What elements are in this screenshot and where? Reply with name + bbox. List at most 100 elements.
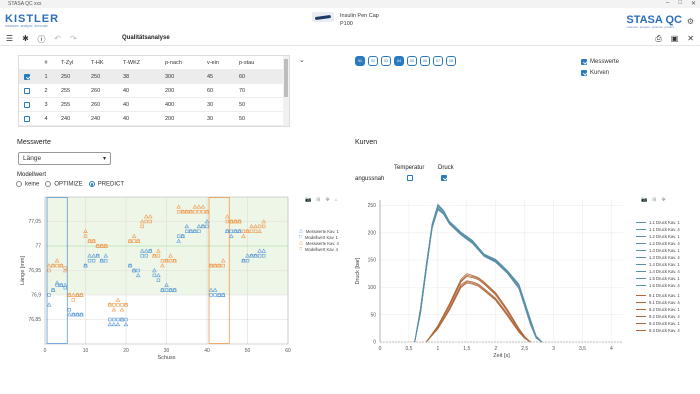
messwerte-checkbox[interactable] <box>581 58 587 65</box>
cycle-01-button[interactable]: 01 <box>355 56 365 66</box>
table-row[interactable]: 3 255 260 40 400 30 50 <box>19 98 289 112</box>
legend-item[interactable]: 9.3 Druck Kav. 1 <box>636 320 680 327</box>
data-point <box>115 321 121 327</box>
reset-icon[interactable]: ⌂ <box>335 197 338 203</box>
x-tick-label: 0 <box>379 346 382 352</box>
radio-optimize[interactable]: OPTIMIZE <box>45 181 83 188</box>
redo-icon[interactable]: ↷ <box>69 34 78 45</box>
window-titlebar: STASA QC xxx – □ ✕ <box>0 0 700 8</box>
zoom-icon[interactable]: ⊞ <box>652 197 656 203</box>
close-window-icon[interactable]: ✕ <box>691 0 696 7</box>
row-checkbox[interactable] <box>24 101 30 108</box>
legend-item[interactable]: 1.3 Druck Kav. 1 <box>636 247 680 254</box>
camera-icon[interactable]: 📷 <box>641 197 647 203</box>
zoom-icon[interactable]: ⊞ <box>316 197 320 203</box>
legend-item[interactable]: 1.1 Druck Kav. 4 <box>636 226 680 233</box>
table-scrollbar[interactable] <box>283 56 289 126</box>
legend-item[interactable]: 9.2 Druck Kav. 4 <box>636 313 680 320</box>
minimize-icon[interactable]: – <box>666 0 669 7</box>
toolbar: ☰ ✱ ⓘ ↶ ↷ Qualitätsanalyse ⎙ ▣ ✕ <box>0 32 700 46</box>
legend-item[interactable]: 1.5 Druck Kav. 4 <box>636 282 680 289</box>
y-axis-label: Länge [mm] <box>20 256 26 286</box>
legend-item[interactable]: △ Messwerte Kav. 4 <box>299 240 339 246</box>
legend-item[interactable]: 9.2 Druck Kav. 1 <box>636 306 680 313</box>
legend-item[interactable]: 1.1 Druck Kav. 1 <box>636 219 680 226</box>
cycle-04-button[interactable]: 04 <box>394 56 404 66</box>
cycle-08-button[interactable]: 08 <box>446 56 456 66</box>
camera-icon[interactable]: 📷 <box>305 197 311 203</box>
legend-item[interactable]: 9.3 Druck Kav. 4 <box>636 327 680 334</box>
info-icon[interactable]: ⓘ <box>37 34 46 45</box>
radio-keine[interactable]: keine <box>16 181 39 188</box>
y-tick-label: 250 <box>368 203 377 209</box>
table-cell: 300 <box>165 73 175 80</box>
chevron-down-icon: ▾ <box>102 156 106 162</box>
legend-item[interactable]: □ Modellwert Kav. 4 <box>299 246 339 252</box>
data-point <box>112 303 116 307</box>
y-axis-label: Druck [bar] <box>355 257 361 284</box>
cycle-07-button[interactable]: 07 <box>433 56 443 66</box>
legend-item[interactable]: 1.3 Druck Kav. 4 <box>636 254 680 261</box>
series-line <box>414 207 543 343</box>
pan-icon[interactable]: ✥ <box>325 197 329 203</box>
series-line <box>414 204 543 343</box>
kurven-checkbox[interactable] <box>581 69 587 76</box>
table-row[interactable]: 4 240 240 40 200 30 50 <box>19 112 289 126</box>
table-row[interactable]: 2 255 260 40 200 60 70 <box>19 84 289 98</box>
save-icon[interactable]: ▣ <box>671 34 679 44</box>
maximize-icon[interactable]: □ <box>678 0 682 7</box>
druck-header: Druck <box>438 165 454 171</box>
legend-item[interactable]: 1.5 Druck Kav. 1 <box>636 275 680 282</box>
druck-checkbox[interactable] <box>441 175 447 181</box>
legend-item[interactable]: 1.4 Druck Kav. 1 <box>636 261 680 268</box>
settings-icon[interactable]: ✱ <box>21 34 30 45</box>
data-point <box>116 303 120 307</box>
data-point <box>66 312 72 317</box>
radio-predict[interactable]: PREDICT <box>88 181 124 188</box>
data-point <box>107 321 113 327</box>
settings-gear-icon[interactable]: ⚙ <box>687 17 694 26</box>
legend-item[interactable]: 9.1 Druck Kav. 1 <box>636 292 680 299</box>
legend-item[interactable]: 1.2 Druck Kav. 1 <box>636 233 680 240</box>
chevron-down-icon[interactable]: ⌄ <box>299 56 305 64</box>
kurven-toggle[interactable]: Kurven <box>581 67 619 78</box>
row-checkbox[interactable] <box>24 115 30 122</box>
close-icon[interactable]: ✕ <box>687 34 694 44</box>
legend-item[interactable]: △ Messwerte Kav. 1 <box>299 228 339 234</box>
legend-item[interactable]: 1.4 Druck Kav. 4 <box>636 268 680 275</box>
row-checkbox[interactable] <box>24 73 30 80</box>
measurement-select[interactable]: Länge ▾ <box>18 152 111 165</box>
undo-icon[interactable]: ↶ <box>53 34 62 45</box>
legend-item[interactable]: □ Modellwert Kav. 1 <box>299 234 339 240</box>
table-cell: 40 <box>123 101 130 108</box>
chart-tools-left: 📷 ⊞ ✥ ⌂ <box>305 197 338 203</box>
temperatur-checkbox[interactable] <box>407 175 413 181</box>
menu-icon[interactable]: ☰ <box>5 34 14 45</box>
series-line <box>414 207 543 343</box>
messwerte-toggle[interactable]: Messwerte <box>581 56 619 67</box>
cycle-06-button[interactable]: 06 <box>420 56 430 66</box>
table-cell: 250 <box>61 73 71 80</box>
table-cell: 70 <box>239 87 246 94</box>
column-header: p-stau <box>239 59 255 66</box>
table-row[interactable]: 1 250 250 38 300 45 60 <box>19 70 289 84</box>
column-header: T-WKZ <box>123 59 141 66</box>
x-tick-label: 3 <box>552 346 555 352</box>
x-tick-label: 3,5 <box>579 346 586 352</box>
legend-item[interactable]: 1.2 Druck Kav. 4 <box>636 240 680 247</box>
cycle-05-button[interactable]: 05 <box>407 56 417 66</box>
x-tick-label: 1 <box>436 346 439 352</box>
cycle-02-button[interactable]: 02 <box>368 56 378 66</box>
legend-item[interactable]: 9.1 Druck Kav. 4 <box>636 299 680 306</box>
series-line <box>414 205 543 343</box>
table-cell: 250 <box>91 73 101 80</box>
row-checkbox[interactable] <box>24 87 30 94</box>
cycle-03-button[interactable]: 03 <box>381 56 391 66</box>
table-cell: 3 <box>44 101 48 108</box>
product-image <box>312 12 334 22</box>
data-point <box>119 307 125 312</box>
print-icon[interactable]: ⎙ <box>655 34 661 44</box>
pan-icon[interactable]: ✥ <box>661 197 665 203</box>
y-tick-label: 0 <box>373 340 376 346</box>
column-header: p-nach <box>165 59 182 66</box>
